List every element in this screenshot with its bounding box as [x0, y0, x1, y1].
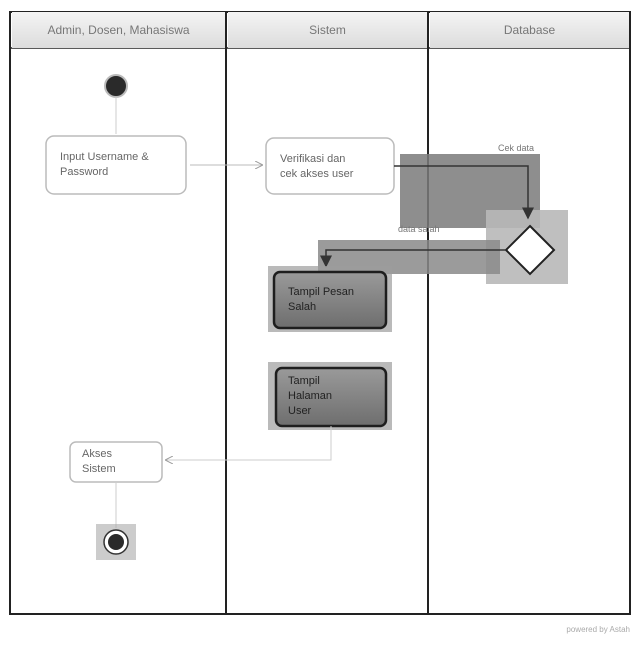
access-text-line-2: Sistem — [82, 463, 116, 475]
footer-note: powered by Astah — [566, 625, 630, 634]
verify-text-line-1: Verifikasi dan — [280, 153, 346, 165]
show-text: Tampil Halaman User — [288, 374, 332, 419]
edge-label-wrong: data salah — [398, 224, 440, 234]
input-text-line-1: Input Username & — [60, 151, 149, 163]
show-text-line-3: User — [288, 405, 312, 417]
input-text: Input Username & Password — [60, 150, 149, 180]
access-text-line-1: Akses — [82, 448, 112, 460]
error-text: Tampil Pesan Salah — [288, 285, 354, 315]
input-text-line-2: Password — [60, 166, 109, 178]
activity-diagram: Admin, Dosen, Mahasiswa Sistem Database … — [0, 0, 640, 640]
lane-header-user: Admin, Dosen, Mahasiswa — [12, 12, 225, 48]
verify-text-line-2: cek akses user — [280, 168, 354, 180]
lane-header-system: Sistem — [228, 12, 427, 48]
show-text-line-1: Tampil — [288, 375, 320, 387]
final-node — [108, 534, 124, 550]
error-text-line-2: Salah — [288, 301, 317, 313]
error-text-line-1: Tampil Pesan — [288, 286, 355, 298]
edge-label-check: Cek data — [498, 143, 535, 153]
initial-node — [104, 74, 128, 98]
show-text-line-2: Halaman — [288, 390, 333, 402]
verify-text: Verifikasi dan cek akses user — [280, 152, 353, 182]
lane-header-database: Database — [430, 12, 629, 48]
access-text: Akses Sistem — [82, 447, 116, 477]
diagram-canvas — [9, 11, 631, 615]
